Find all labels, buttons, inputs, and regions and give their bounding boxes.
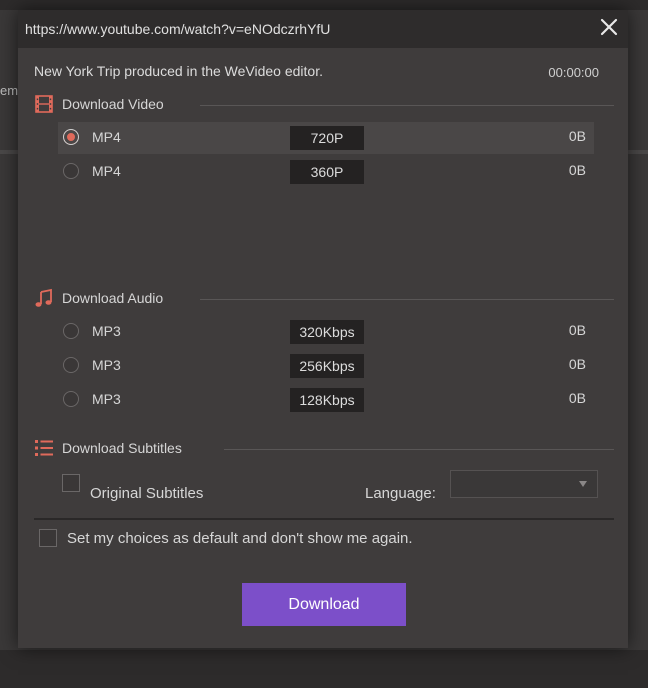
- video-url: https://www.youtube.com/watch?v=eNOdczrh…: [25, 21, 331, 37]
- audio-option-format: MP3: [92, 323, 121, 339]
- subtitles-section-label: Download Subtitles: [62, 440, 182, 456]
- download-button[interactable]: Download: [242, 583, 406, 626]
- video-option-format: MP4: [92, 129, 121, 145]
- video-option-row[interactable]: MP4 360P 0B: [58, 156, 594, 188]
- subtitles-section-header: Download Subtitles: [34, 438, 614, 460]
- audio-option-radio[interactable]: [63, 391, 79, 407]
- close-icon[interactable]: [598, 16, 620, 38]
- video-option-quality: 360P: [290, 160, 364, 184]
- video-section-header: Download Video: [34, 94, 614, 116]
- language-select[interactable]: [450, 470, 598, 498]
- original-subtitles-checkbox[interactable]: [62, 474, 80, 492]
- audio-option-quality: 320Kbps: [290, 320, 364, 344]
- audio-option-row[interactable]: MP3 256Kbps 0B: [58, 350, 594, 382]
- video-option-radio[interactable]: [63, 129, 79, 145]
- audio-section-label: Download Audio: [62, 290, 164, 306]
- video-duration: 00:00:00: [548, 65, 599, 80]
- original-subtitles-label: Original Subtitles: [90, 485, 204, 502]
- video-title: New York Trip produced in the WeVideo ed…: [34, 63, 323, 79]
- video-option-size: 0B: [568, 162, 586, 178]
- default-choices-label: Set my choices as default and don't show…: [67, 530, 413, 547]
- audio-option-size: 0B: [568, 356, 586, 372]
- audio-option-radio[interactable]: [63, 323, 79, 339]
- dialog-titlebar: https://www.youtube.com/watch?v=eNOdczrh…: [18, 10, 628, 48]
- audio-section-header: Download Audio: [34, 288, 614, 310]
- audio-option-row[interactable]: MP3 320Kbps 0B: [58, 316, 594, 348]
- language-label: Language:: [365, 485, 436, 502]
- audio-option-radio[interactable]: [63, 357, 79, 373]
- music-note-icon: [34, 288, 54, 308]
- video-option-row[interactable]: MP4 720P 0B: [58, 122, 594, 154]
- audio-option-format: MP3: [92, 391, 121, 407]
- video-section-divider: [200, 105, 614, 106]
- background-partial-text: em: [0, 83, 19, 98]
- video-option-quality: 720P: [290, 126, 364, 150]
- audio-section-divider: [200, 299, 614, 300]
- options-separator: [34, 518, 614, 520]
- video-option-size: 0B: [568, 128, 586, 144]
- audio-option-format: MP3: [92, 357, 121, 373]
- chevron-down-icon: [579, 481, 587, 487]
- audio-option-size: 0B: [568, 390, 586, 406]
- audio-option-size: 0B: [568, 322, 586, 338]
- video-option-format: MP4: [92, 163, 121, 179]
- audio-option-quality: 256Kbps: [290, 354, 364, 378]
- film-icon: [34, 94, 54, 114]
- list-icon: [34, 438, 54, 458]
- audio-option-row[interactable]: MP3 128Kbps 0B: [58, 384, 594, 416]
- subtitles-section-divider: [224, 449, 614, 450]
- video-option-radio[interactable]: [63, 163, 79, 179]
- audio-option-quality: 128Kbps: [290, 388, 364, 412]
- download-dialog: https://www.youtube.com/watch?v=eNOdczrh…: [18, 10, 628, 648]
- video-section-label: Download Video: [62, 96, 164, 112]
- default-choices-checkbox[interactable]: [39, 529, 57, 547]
